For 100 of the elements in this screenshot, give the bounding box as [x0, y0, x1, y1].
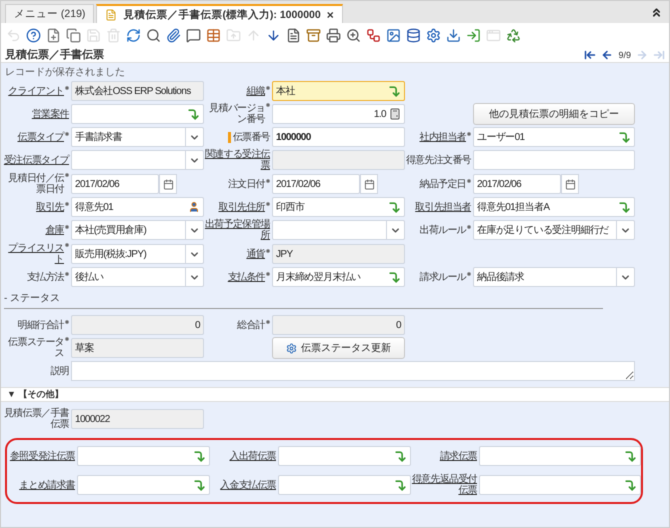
report-icon[interactable] — [286, 28, 301, 42]
lookup-field[interactable] — [278, 475, 411, 495]
document-icon — [105, 8, 118, 20]
readonly-field: JPY — [272, 244, 405, 264]
field-link[interactable]: 伝票タイプ — [17, 132, 69, 142]
download-icon[interactable] — [446, 28, 461, 42]
field-link[interactable]: クライアント — [8, 86, 69, 96]
lookup-field[interactable] — [77, 475, 210, 495]
lookup-field[interactable]: 印西市 — [272, 197, 405, 217]
section-header[interactable]: ▼ 【その他】 — [1, 387, 669, 402]
printer-icon[interactable] — [326, 28, 341, 42]
import-icon[interactable] — [466, 28, 481, 42]
first-record-icon[interactable] — [584, 48, 596, 60]
lookup-field[interactable]: 得意先01担当者A — [473, 197, 635, 217]
text-field[interactable]: 1000000 — [272, 127, 405, 147]
tab[interactable]: 見積伝票／手書伝票(標準入力): 1000000 × — [96, 4, 343, 23]
date-field[interactable]: 2017/02/06 — [71, 174, 159, 194]
field-link[interactable]: 営業案件 — [32, 108, 69, 120]
lookup-field[interactable] — [71, 104, 204, 124]
field-label: 説明 — [50, 366, 69, 376]
field-link[interactable]: 取引先住所 — [218, 202, 270, 212]
chat-icon[interactable] — [186, 28, 201, 42]
field-link[interactable]: 入出荷伝票 — [229, 450, 276, 462]
window-title: 見積伝票／手書伝票 — [5, 48, 104, 62]
number-field[interactable]: 1.0 — [272, 104, 405, 124]
collapse-icon[interactable] — [650, 6, 663, 19]
select-field[interactable]: 後払い — [71, 267, 204, 287]
section-title: - ステータス — [3, 292, 62, 306]
select-field[interactable]: 販売用(税抜:JPY) — [71, 244, 204, 264]
lookup-field[interactable] — [278, 446, 411, 466]
settings-icon[interactable] — [426, 28, 441, 42]
recycle-icon[interactable] — [506, 28, 521, 42]
status-message: レコードが保存されました — [4, 66, 126, 80]
field-label: 総合計 — [237, 320, 270, 330]
field-label: 注文日付 — [228, 178, 270, 190]
readonly-field: 株式会社OSS ERP Solutions — [71, 81, 204, 101]
field-link[interactable]: 支払条件 — [228, 272, 270, 282]
field-label: 請求ルール — [419, 272, 471, 282]
lookup-field[interactable]: ユーザー01 — [473, 127, 635, 147]
copy-icon[interactable] — [66, 28, 81, 42]
select-field[interactable] — [272, 220, 405, 240]
field-link[interactable]: 入金支払伝票 — [220, 480, 276, 490]
field-link[interactable]: 組織 — [246, 86, 270, 96]
field-link[interactable]: 受注伝票タイプ — [4, 154, 69, 166]
record-position: 9/9 — [618, 50, 631, 60]
down-arrow-icon[interactable] — [266, 28, 281, 42]
field-link[interactable]: 取引先担当者 — [415, 202, 471, 212]
field-label: 出荷ルール — [419, 224, 471, 236]
lookup-field[interactable]: 月末締め翌月末払い — [272, 267, 405, 287]
close-button[interactable]: × — [326, 8, 334, 22]
workflow-icon[interactable] — [366, 28, 381, 42]
readonly-field: 0 — [272, 315, 405, 335]
action-button[interactable]: 他の見積伝票の明細をコピー — [473, 103, 635, 125]
calendar-icon[interactable] — [159, 174, 177, 194]
field-link[interactable]: 請求伝票 — [440, 450, 477, 462]
description-field[interactable] — [71, 361, 635, 381]
lookup-field[interactable] — [479, 475, 641, 495]
field-link[interactable]: 参照受発注伝票 — [10, 450, 75, 462]
field-link[interactable]: 通貨 — [246, 248, 270, 260]
field-label: 納品予定日 — [419, 178, 471, 190]
field-label: 支払方法 — [26, 272, 69, 282]
field-link[interactable]: 得意先返品受付伝票 — [411, 474, 477, 496]
refresh-icon[interactable] — [126, 28, 141, 42]
select-field[interactable] — [71, 150, 204, 170]
previous-record-icon[interactable] — [601, 48, 614, 60]
select-field[interactable]: 在庫が足りている受注明細行だ — [473, 220, 635, 240]
zoom-icon[interactable] — [346, 28, 361, 42]
date-field[interactable]: 2017/02/06 — [272, 174, 360, 194]
lookup-field[interactable]: 得意先01 — [71, 197, 204, 217]
archive-icon[interactable] — [306, 28, 321, 42]
select-field[interactable]: 手書請求書 — [71, 127, 204, 147]
select-field[interactable]: 納品後請求 — [473, 267, 635, 287]
field-link[interactable]: 取引先 — [36, 202, 69, 212]
field-link[interactable]: 倉庫 — [45, 224, 69, 236]
gear-icon — [286, 342, 297, 354]
calendar-icon[interactable] — [360, 174, 378, 194]
search-icon[interactable] — [146, 28, 161, 42]
action-button[interactable]: 伝票ステータス更新 — [272, 337, 405, 359]
select-field[interactable]: 本社(売買用倉庫) — [71, 220, 204, 240]
new-document-icon[interactable] — [46, 28, 61, 42]
database-icon[interactable] — [406, 28, 421, 42]
field-label: 明細行合計 — [17, 320, 69, 330]
date-field[interactable]: 2017/02/06 — [473, 174, 561, 194]
image-icon[interactable] — [386, 28, 401, 42]
calendar-icon[interactable] — [561, 174, 579, 194]
field-link[interactable]: 出荷予定保管場所 — [204, 219, 270, 241]
help-icon[interactable] — [26, 28, 41, 42]
paperclip-icon[interactable] — [166, 28, 181, 42]
readonly-field: 草案 — [71, 338, 204, 358]
field-link[interactable]: まとめ請求書 — [19, 480, 75, 490]
field-link[interactable]: 関連する受注伝票 — [204, 149, 270, 171]
field-link[interactable]: 社内担当者 — [419, 132, 471, 142]
lookup-field[interactable]: 本社 — [272, 81, 405, 101]
readonly-field: 0 — [71, 315, 204, 335]
tab[interactable]: メニュー (219) — [5, 4, 94, 23]
table-icon[interactable] — [206, 28, 221, 42]
field-label: 得意先注文番号 — [406, 154, 471, 166]
lookup-field[interactable] — [77, 446, 210, 466]
text-field[interactable] — [473, 150, 635, 170]
lookup-field[interactable] — [479, 446, 641, 466]
